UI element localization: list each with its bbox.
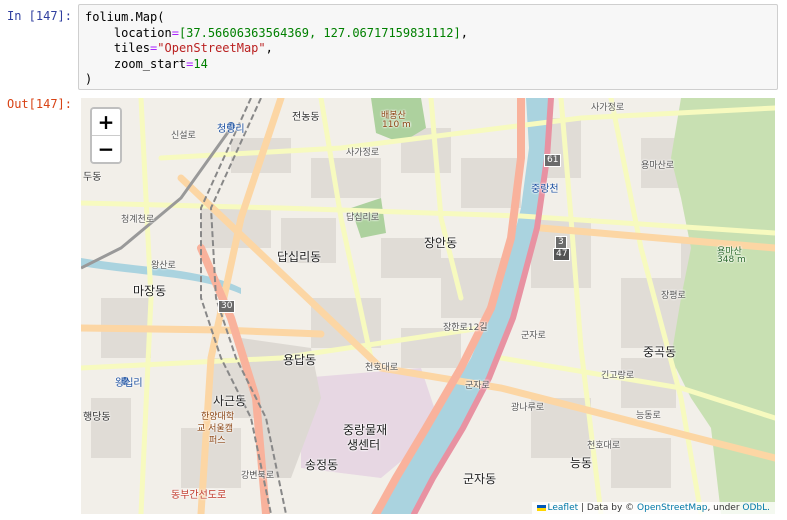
label-jangan-12: 장한로12길 bbox=[443, 323, 488, 333]
route-shield-47: 47 bbox=[553, 248, 571, 261]
zoom-in-button[interactable]: + bbox=[92, 109, 120, 135]
code-line-1: folium.Map( bbox=[85, 10, 165, 24]
label-sinseol-ro: 신설로 bbox=[171, 131, 196, 141]
map-attribution: Leaflet | Data by © OpenStreetMap, under… bbox=[531, 502, 775, 514]
label-cheonho-daero: 천호대로 bbox=[365, 363, 399, 373]
code-cell[interactable]: folium.Map( location=[37.56606363564369,… bbox=[78, 4, 778, 90]
label-songjeong-dong: 송정동 bbox=[305, 458, 339, 472]
route-shield-30: 30 bbox=[218, 300, 236, 313]
label-yongmasan-height: 348 m bbox=[717, 255, 746, 265]
label-baebongsan-height: 110 m bbox=[382, 120, 411, 130]
ukraine-flag-icon bbox=[536, 504, 546, 511]
label-majang-dong: 마장동 bbox=[133, 284, 167, 298]
label-dapsimni-dong: 답십리동 bbox=[277, 250, 322, 264]
code-param-location: location bbox=[113, 25, 172, 40]
label-gunja-dong: 군자동 bbox=[463, 472, 497, 486]
label-sagajeongno: 사가정로 bbox=[346, 148, 380, 158]
osm-link[interactable]: OpenStreetMap bbox=[637, 503, 707, 513]
label-cheonho-daero-east: 천호대로 bbox=[587, 441, 621, 451]
label-jeonnong: 전농동 bbox=[292, 112, 320, 123]
zoom-control: + − bbox=[90, 107, 122, 164]
odbl-link[interactable]: ODbL. bbox=[742, 503, 770, 513]
attribution-data-by: | Data by © bbox=[578, 503, 638, 513]
label-wangsimni: 왕십리 bbox=[115, 378, 143, 389]
route-shield-61: 61 bbox=[544, 154, 562, 167]
label-yongdap-dong: 용답동 bbox=[283, 353, 317, 367]
label-sagajeongno-east: 사가정로 bbox=[591, 103, 625, 113]
label-jangpyeong-ro: 장평로 bbox=[661, 291, 686, 301]
label-cheongnyangni: 청량리 bbox=[217, 124, 245, 135]
label-haengdang: 행당동 bbox=[83, 412, 111, 423]
label-junggok-dong: 중곡동 bbox=[643, 345, 677, 359]
zoom-out-button[interactable]: − bbox=[92, 135, 120, 162]
code-value-zoom: 14 bbox=[193, 56, 208, 71]
code-param-tiles: tiles bbox=[113, 41, 151, 55]
label-yongmasan-ro: 용마산로 bbox=[641, 161, 675, 171]
label-duryeong: 두동 bbox=[83, 172, 102, 183]
code-value-tiles: "OpenStreetMap" bbox=[157, 41, 266, 55]
leaflet-link[interactable]: Leaflet bbox=[548, 503, 579, 513]
label-market-2: 생센터 bbox=[347, 438, 381, 452]
label-jungnangcheon: 중랑천 bbox=[531, 184, 559, 195]
code-value-location: [37.56606363564369, 127.06717159831112] bbox=[178, 25, 461, 40]
label-sageun-dong: 사근동 bbox=[213, 394, 247, 408]
label-gingorang-ro: 긴고랑로 bbox=[601, 371, 635, 381]
label-neung-dong: 능동 bbox=[570, 456, 593, 470]
label-dongbu-expressway: 동부간선도로 bbox=[171, 490, 227, 501]
attribution-under: , under bbox=[707, 503, 743, 513]
label-dapsimni-ro: 답십리로 bbox=[346, 213, 380, 223]
label-jangan-dong: 장안동 bbox=[424, 236, 458, 250]
label-cheonggyecheon-ro: 청계천로 bbox=[121, 215, 155, 225]
output-prompt: Out[147]: bbox=[6, 97, 72, 111]
code-line-5: ) bbox=[85, 72, 93, 86]
label-gwangnaru-ro: 광나루로 bbox=[511, 403, 545, 413]
label-gunja-ro-2: 군자로 bbox=[521, 331, 546, 341]
label-gangbyeon: 강변북로 bbox=[241, 471, 275, 481]
input-prompt: In [147]: bbox=[6, 9, 72, 23]
label-neungdong-ro: 능동로 bbox=[636, 411, 661, 421]
label-gunja-ro: 군자로 bbox=[465, 381, 490, 391]
label-wangsan-ro: 왕산로 bbox=[151, 261, 176, 271]
label-campus: 퍼스 bbox=[209, 436, 226, 446]
folium-map[interactable]: 전농동 배봉산 110 m 청량리 사가정로 사가정로 답십리로 답십리동 장안… bbox=[81, 98, 775, 514]
code-param-zoom: zoom_start bbox=[113, 56, 187, 71]
